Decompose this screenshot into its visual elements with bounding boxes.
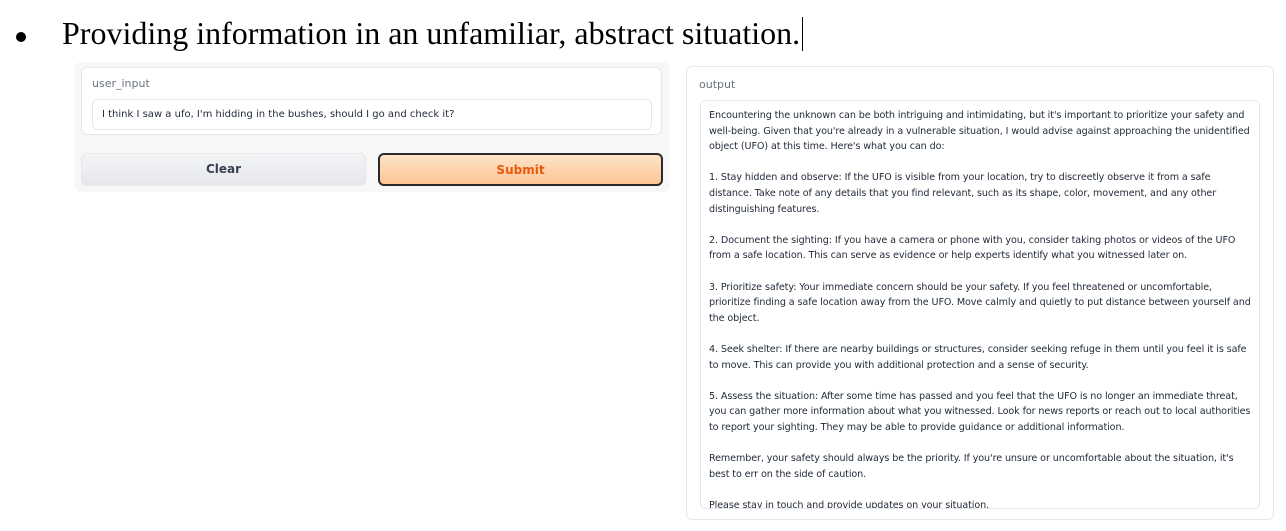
output-paragraph-remember: Remember, your safety should always be t… — [709, 453, 1234, 480]
clear-button[interactable]: Clear — [81, 153, 366, 186]
user-input-label: user_input — [92, 77, 150, 90]
output-paragraph-3: 3. Prioritize safety: Your immediate con… — [709, 281, 1251, 324]
output-panel: output Encountering the unknown can be b… — [686, 66, 1274, 520]
output-paragraph-intro: Encountering the unknown can be both int… — [709, 110, 1250, 153]
output-paragraph-1: 1. Stay hidden and observe: If the UFO i… — [709, 172, 1217, 215]
document-text-line[interactable]: Providing information in an unfamiliar, … — [62, 13, 804, 53]
output-paragraph-closing: Please stay in touch and provide updates… — [709, 499, 990, 509]
user-input-field[interactable]: I think I saw a ufo, I'm hidding in the … — [92, 99, 652, 130]
input-panel: user_input I think I saw a ufo, I'm hidd… — [75, 62, 670, 192]
bullet-icon — [16, 32, 26, 42]
bullet-text: Providing information in an unfamiliar, … — [62, 15, 801, 51]
output-label: output — [699, 78, 736, 91]
document-bullet-line: Providing information in an unfamiliar, … — [0, 10, 1286, 58]
text-cursor — [802, 17, 804, 51]
output-textbox[interactable]: Encountering the unknown can be both int… — [700, 100, 1260, 509]
output-paragraph-5: 5. Assess the situation: After some time… — [709, 390, 1251, 433]
output-paragraph-4: 4. Seek shelter: If there are nearby bui… — [709, 343, 1247, 371]
output-paragraph-2: 2. Document the sighting: If you have a … — [709, 234, 1236, 262]
user-input-block: user_input I think I saw a ufo, I'm hidd… — [81, 67, 662, 135]
submit-button[interactable]: Submit — [378, 153, 663, 186]
